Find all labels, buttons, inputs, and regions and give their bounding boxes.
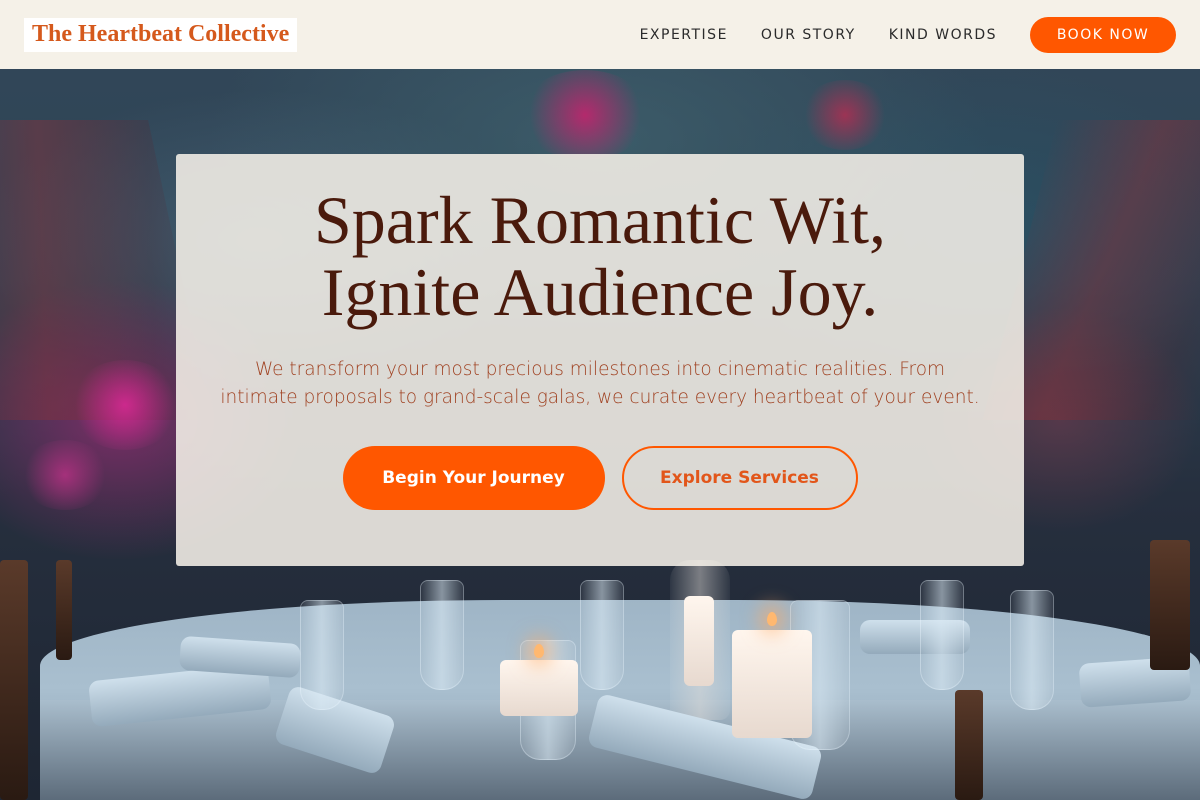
pillar-candle (732, 630, 812, 738)
nav-link-our-story[interactable]: OUR STORY (761, 27, 856, 43)
wine-glass (420, 580, 464, 690)
nav-link-expertise[interactable]: EXPERTISE (640, 27, 728, 43)
nav-link-kind-words[interactable]: KIND WORDS (889, 27, 997, 43)
wine-glass (300, 600, 344, 710)
wine-glass (580, 580, 624, 690)
chiavari-chair (1150, 540, 1190, 670)
flower-arrangement (800, 80, 890, 150)
flower-arrangement (70, 360, 180, 450)
wine-glass (1010, 590, 1054, 710)
hero-card: Spark Romantic Wit, Ignite Audience Joy.… (176, 154, 1024, 566)
candle-flame (767, 612, 777, 626)
main-nav: EXPERTISE OUR STORY KIND WORDS BOOK NOW (640, 16, 1176, 53)
book-now-button[interactable]: BOOK NOW (1030, 16, 1176, 53)
hero-title-line-2: Ignite Audience Joy. (321, 254, 879, 330)
top-navbar: The Heartbeat Collective EXPERTISE OUR S… (0, 0, 1200, 69)
hero-subtitle: We transform your most precious mileston… (220, 359, 980, 408)
chiavari-chair (0, 560, 28, 800)
flower-arrangement (20, 440, 110, 510)
explore-services-button[interactable]: Explore Services (621, 446, 858, 510)
hero-title-line-1: Spark Romantic Wit, (313, 182, 887, 258)
flower-arrangement (520, 70, 650, 160)
candle-flame (534, 644, 544, 658)
chiavari-chair (56, 560, 72, 660)
brand-logo[interactable]: The Heartbeat Collective (24, 17, 298, 52)
hero-cta-group: Begin Your Journey Explore Services (342, 446, 858, 510)
begin-journey-button[interactable]: Begin Your Journey (342, 446, 605, 510)
pillar-candle (684, 596, 714, 686)
hero-title: Spark Romantic Wit, Ignite Audience Joy. (210, 184, 990, 328)
chiavari-chair (955, 690, 983, 800)
pillar-candle (500, 660, 578, 716)
wine-glass (920, 580, 964, 690)
